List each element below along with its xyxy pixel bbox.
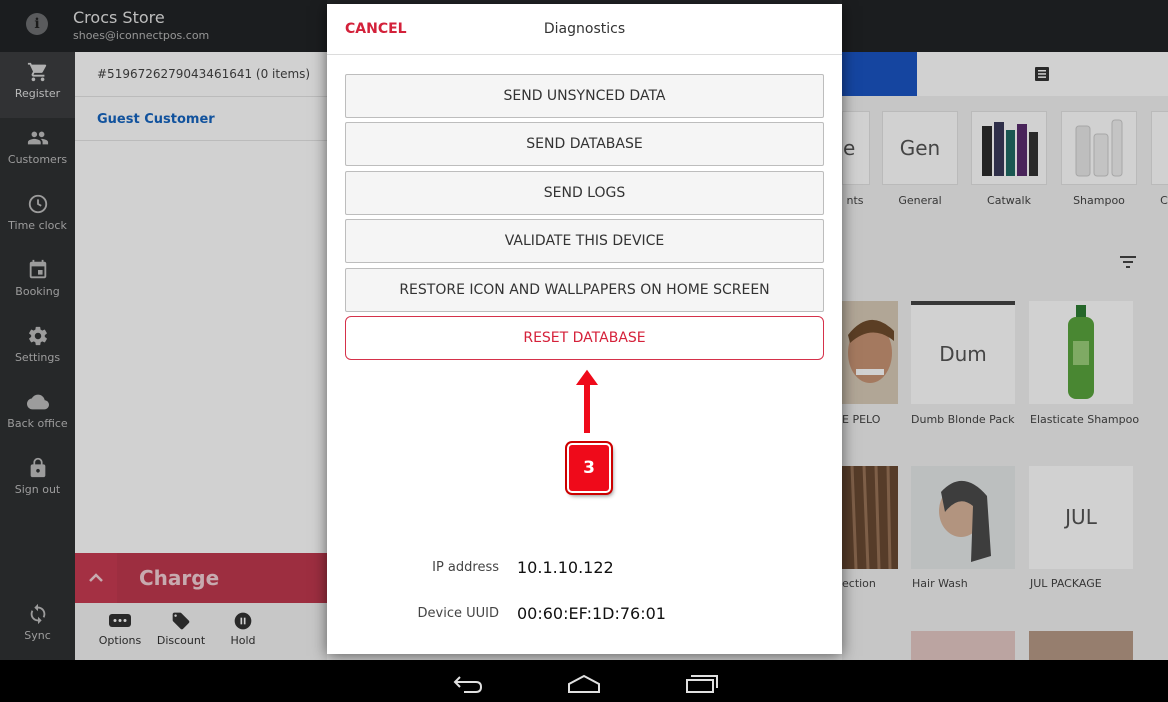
validate-device-button[interactable]: VALIDATE THIS DEVICE bbox=[345, 219, 824, 263]
callout-arrow-icon bbox=[572, 366, 602, 435]
ip-address-value: 10.1.10.122 bbox=[517, 558, 614, 577]
device-uuid-value: 00:60:EF:1D:76:01 bbox=[517, 604, 666, 623]
recents-icon[interactable] bbox=[685, 674, 719, 694]
modal-backdrop bbox=[842, 0, 1168, 660]
send-logs-button[interactable]: SEND LOGS bbox=[345, 171, 824, 215]
restore-icon-wallpapers-button[interactable]: RESTORE ICON AND WALLPAPERS ON HOME SCRE… bbox=[345, 268, 824, 312]
step-badge: 3 bbox=[567, 443, 611, 493]
reset-database-button[interactable]: RESET DATABASE bbox=[345, 316, 824, 360]
device-uuid-label: Device UUID bbox=[417, 606, 499, 621]
back-icon[interactable] bbox=[452, 674, 484, 694]
ip-address-label: IP address bbox=[432, 560, 499, 575]
home-icon[interactable] bbox=[567, 674, 601, 694]
divider bbox=[327, 54, 842, 55]
modal-backdrop bbox=[0, 0, 327, 660]
cancel-button[interactable]: CANCEL bbox=[345, 21, 407, 37]
send-database-button[interactable]: SEND DATABASE bbox=[345, 122, 824, 166]
send-unsynced-data-button[interactable]: SEND UNSYNCED DATA bbox=[345, 74, 824, 118]
